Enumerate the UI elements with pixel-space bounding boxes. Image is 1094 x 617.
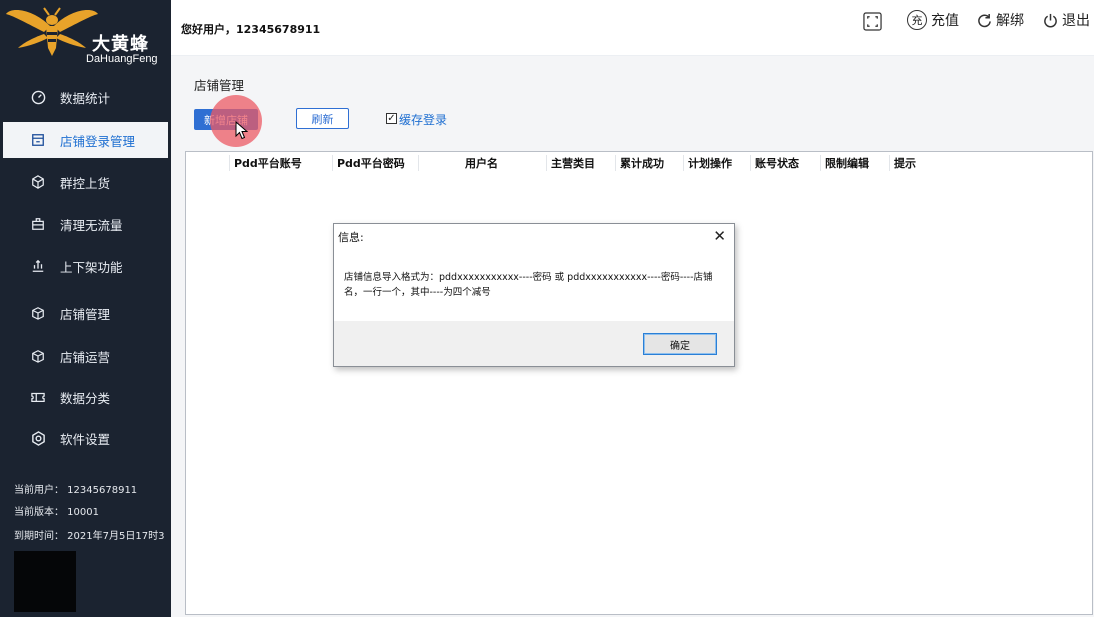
- mouse-cursor-icon: [235, 121, 248, 140]
- avatar: [14, 551, 76, 612]
- dashboard-icon: [30, 89, 46, 105]
- column-header-restrict-edit[interactable]: 限制编辑: [825, 155, 869, 171]
- store-table[interactable]: Pdd平台账号 Pdd平台密码 用户名 主营类目 累计成功 计划操作 账号状态 …: [185, 151, 1093, 615]
- upload-chart-icon: [30, 258, 46, 274]
- brand-name-en: DaHuangFeng: [86, 53, 158, 65]
- refresh-icon: [978, 13, 991, 27]
- column-separator: [418, 155, 419, 171]
- column-header-hint[interactable]: 提示: [894, 155, 916, 171]
- column-header-pdd-password[interactable]: Pdd平台密码: [337, 155, 405, 171]
- sidebar-item-label: 上下架功能: [60, 259, 123, 275]
- column-header-username[interactable]: 用户名: [465, 155, 498, 171]
- recharge-button[interactable]: 充 充值: [907, 10, 959, 30]
- sidebar-item-store-operations[interactable]: 店铺运营: [0, 338, 171, 374]
- greeting-text: 您好用户，12345678911: [181, 23, 321, 36]
- expiry-info: 到期时间： 2021年7月5日17时3: [14, 531, 164, 542]
- store-icon: [30, 132, 46, 148]
- sidebar-item-group-upload[interactable]: 群控上货: [0, 164, 171, 200]
- sidebar-item-label: 数据分类: [60, 390, 111, 406]
- sidebar-item-label: 店铺登录管理: [60, 133, 136, 149]
- cache-login-label[interactable]: 缓存登录: [399, 111, 447, 128]
- column-separator: [546, 155, 547, 171]
- column-separator: [750, 155, 751, 171]
- fullscreen-button[interactable]: [863, 12, 886, 31]
- column-separator: [889, 155, 890, 171]
- dialog-message-line: 店铺信息导入格式为：pddxxxxxxxxxxx----密码 或 pddxxxx…: [344, 272, 713, 283]
- sidebar-item-label: 店铺运营: [60, 349, 111, 365]
- settings-hex-icon: [30, 430, 46, 446]
- close-icon[interactable]: ✕: [713, 227, 726, 245]
- sidebar-item-data-category[interactable]: 数据分类: [0, 379, 171, 415]
- briefcase-icon: [30, 216, 46, 232]
- power-icon: [1044, 13, 1057, 27]
- page-title: 店铺管理: [194, 78, 245, 93]
- brand-logo: 大黄蜂 DaHuangFeng: [0, 0, 171, 72]
- current-user-info: 当前用户： 12345678911: [14, 485, 138, 496]
- column-header-account-status[interactable]: 账号状态: [755, 155, 799, 171]
- sidebar-item-settings[interactable]: 软件设置: [0, 420, 171, 456]
- recharge-label: 充值: [931, 13, 959, 29]
- current-version-info: 当前版本： 10001: [14, 507, 99, 518]
- sidebar-item-label: 清理无流量: [60, 217, 123, 233]
- dialog-message-line: 名，一行一个，其中----为四个减号: [344, 287, 491, 298]
- fullscreen-icon: [863, 12, 882, 31]
- sidebar: 大黄蜂 DaHuangFeng 数据统计 店铺登录管理 群控上货 清理无流量 上…: [0, 0, 171, 617]
- column-header-planned-ops[interactable]: 计划操作: [688, 155, 732, 171]
- column-separator: [820, 155, 821, 171]
- unbind-button[interactable]: 解绑: [977, 10, 1024, 30]
- recharge-icon: 充: [907, 10, 927, 30]
- sidebar-item-store-login[interactable]: 店铺登录管理: [3, 122, 168, 158]
- sidebar-item-store-management[interactable]: 店铺管理: [0, 295, 171, 331]
- sidebar-item-label: 群控上货: [60, 175, 111, 191]
- info-dialog: 信息: ✕ 店铺信息导入格式为：pddxxxxxxxxxxx----密码 或 p…: [333, 223, 735, 367]
- ok-button[interactable]: 确定: [643, 333, 717, 355]
- sidebar-item-label: 店铺管理: [60, 306, 111, 322]
- dialog-message: 店铺信息导入格式为：pddxxxxxxxxxxx----密码 或 pddxxxx…: [344, 270, 724, 300]
- column-separator: [332, 155, 333, 171]
- column-separator: [615, 155, 616, 171]
- bee-logo-icon: [6, 7, 98, 56]
- sidebar-item-label: 软件设置: [60, 431, 111, 447]
- logout-button[interactable]: 退出: [1043, 10, 1090, 30]
- cube-icon: [30, 174, 46, 190]
- column-header-category[interactable]: 主营类目: [551, 155, 595, 171]
- cache-login-checkbox[interactable]: ✓: [386, 113, 397, 124]
- ticket-icon: [30, 389, 46, 405]
- logout-label: 退出: [1062, 13, 1090, 29]
- sidebar-item-clear-no-traffic[interactable]: 清理无流量: [0, 206, 171, 242]
- dialog-title: 信息:: [338, 231, 364, 244]
- column-separator: [683, 155, 684, 171]
- sidebar-item-listing[interactable]: 上下架功能: [0, 248, 171, 284]
- sidebar-item-label: 数据统计: [60, 90, 111, 106]
- sidebar-item-data-stats[interactable]: 数据统计: [0, 79, 171, 115]
- column-header-total-success[interactable]: 累计成功: [620, 155, 664, 171]
- column-header-pdd-account[interactable]: Pdd平台账号: [234, 155, 302, 171]
- column-separator: [229, 155, 230, 171]
- dialog-footer: 确定: [334, 321, 734, 366]
- refresh-button[interactable]: 刷新: [296, 108, 349, 129]
- top-header: 您好用户，12345678911 充 充值 解绑 退出: [171, 0, 1094, 56]
- box-icon: [30, 305, 46, 321]
- unbind-label: 解绑: [996, 13, 1024, 29]
- box-icon: [30, 348, 46, 364]
